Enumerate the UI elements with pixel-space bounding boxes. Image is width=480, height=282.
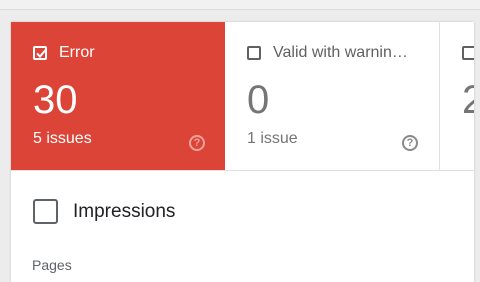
report-panel: Error 30 5 issues ? Valid with warnin… 0… [11,22,474,282]
valid-count: 2 [462,78,474,122]
valid-card[interactable]: 2 [440,22,474,170]
error-card[interactable]: Error 30 5 issues ? [11,22,225,170]
warning-help-icon[interactable]: ? [402,135,418,151]
warning-card[interactable]: Valid with warnin… 0 1 issue ? [225,22,440,170]
valid-checkbox-icon[interactable] [462,46,474,60]
error-issues-text: 5 issues [33,130,92,147]
impressions-checkbox[interactable] [33,199,58,224]
warning-issues-text: 1 issue [247,130,298,147]
top-bar [0,0,480,10]
warning-checkbox-icon[interactable] [247,46,261,60]
error-help-icon[interactable]: ? [189,135,205,151]
chart-y-axis-label: Pages [32,257,72,273]
error-count: 30 [33,78,78,122]
warning-count: 0 [247,78,270,122]
error-checkbox-icon[interactable] [33,46,47,60]
warning-card-label: Valid with warnin… [273,44,408,61]
impressions-label: Impressions [73,201,176,222]
error-card-label: Error [59,44,95,61]
status-cards: Error 30 5 issues ? Valid with warnin… 0… [11,22,474,171]
